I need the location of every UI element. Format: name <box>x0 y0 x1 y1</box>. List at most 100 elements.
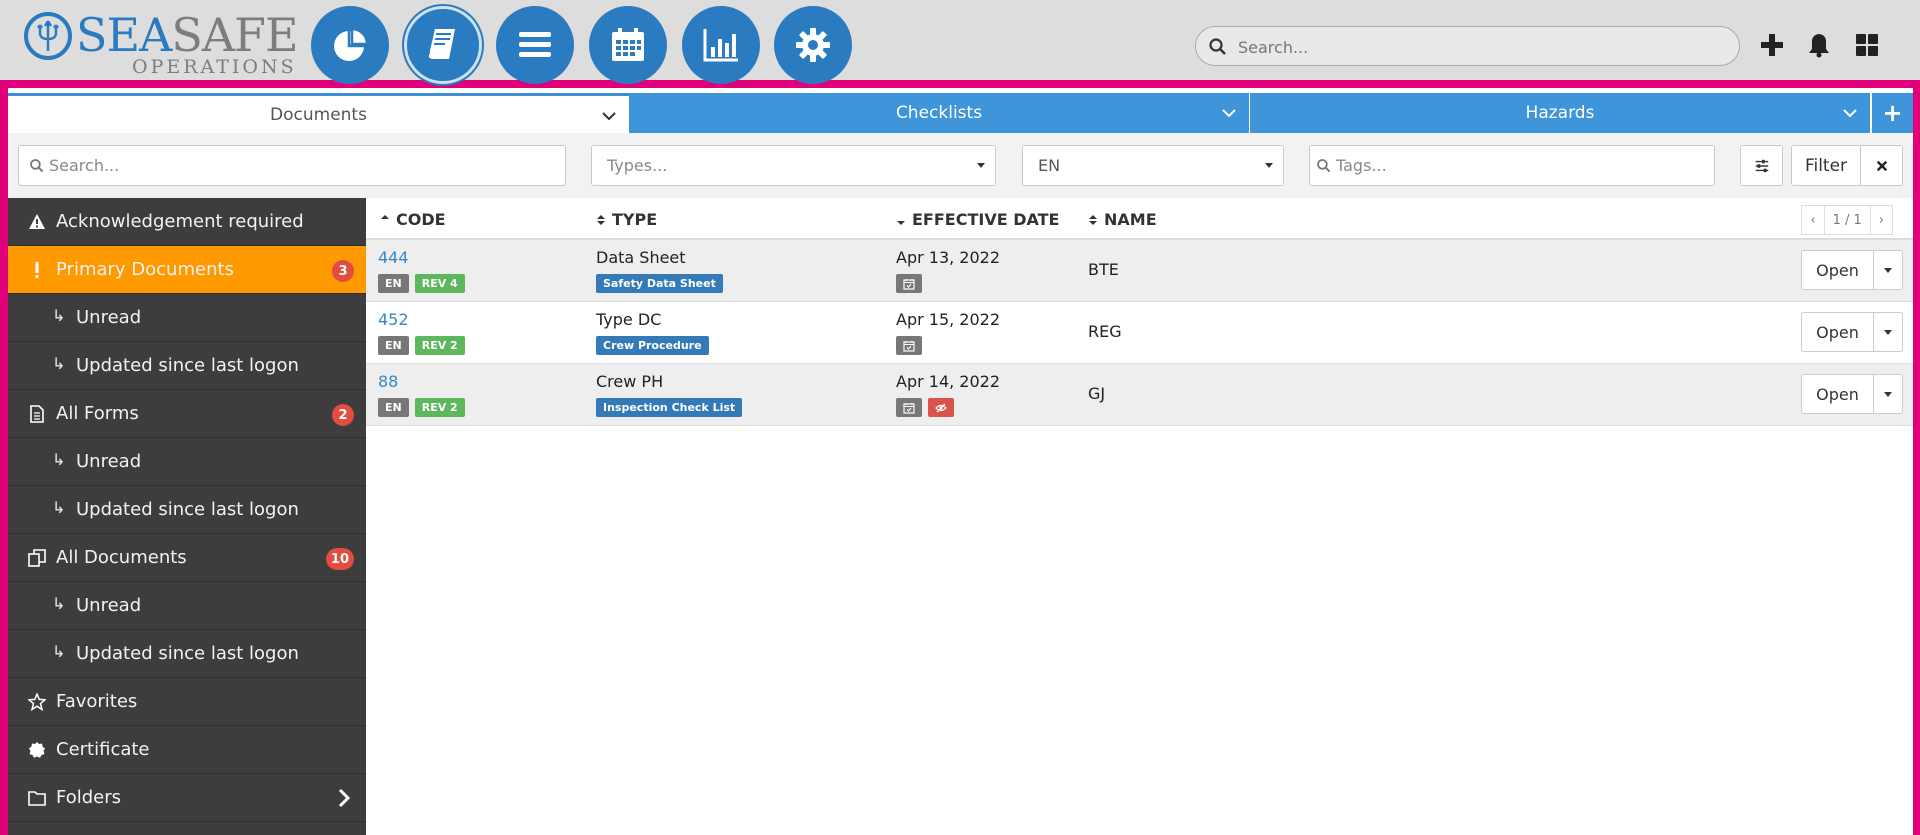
tags-field[interactable] <box>1309 145 1715 186</box>
menu-icon <box>519 32 551 57</box>
caret-down-icon <box>1265 163 1273 168</box>
menu-list-button[interactable] <box>496 6 574 84</box>
tab-hazards[interactable]: Hazards <box>1250 93 1870 133</box>
caret-down-icon <box>1884 329 1892 335</box>
column-header-type[interactable]: TYPE <box>596 210 657 229</box>
document-search-field[interactable] <box>18 145 566 186</box>
sidebar-item-label: Updated since last logon <box>76 355 299 376</box>
add-button[interactable] <box>1755 28 1789 62</box>
settings-button[interactable] <box>774 6 852 84</box>
global-search[interactable] <box>1195 26 1740 66</box>
sidebar-item-favorites[interactable]: Favorites <box>8 678 366 726</box>
tags-input[interactable] <box>1336 156 1680 175</box>
apps-grid-button[interactable] <box>1850 28 1884 62</box>
seasafe-logo[interactable]: SEASAFE OPERATIONS <box>20 8 299 78</box>
open-options-dropdown[interactable] <box>1874 251 1902 289</box>
reports-bar-chart-button[interactable] <box>682 6 760 84</box>
sub-arrow-icon: ↳ <box>52 306 66 325</box>
revision-tag: REV 4 <box>414 274 465 293</box>
filter-settings-button[interactable] <box>1740 145 1783 186</box>
revision-tag: REV 2 <box>414 398 465 417</box>
document-search-input[interactable] <box>49 156 514 175</box>
sidebar-item-label: All Forms <box>56 403 139 424</box>
code-link[interactable]: 88 <box>378 372 398 391</box>
open-button[interactable]: Open <box>1802 251 1874 289</box>
tab-checklists-label: Checklists <box>895 103 983 123</box>
global-search-input[interactable] <box>1238 34 1718 60</box>
effective-date-value: Apr 15, 2022 <box>896 310 1001 329</box>
sidebar-item-all-documents[interactable]: All Documents 10 <box>8 534 366 582</box>
column-header-effective-date[interactable]: EFFECTIVE DATE <box>896 210 1059 229</box>
warning-icon <box>29 214 45 229</box>
dashboard-pie-chart-button[interactable] <box>311 6 389 84</box>
sidebar-item-forms-updated[interactable]: ↳ Updated since last logon <box>8 486 366 534</box>
type-value: Data Sheet <box>596 248 686 267</box>
table-row[interactable]: 88 EN REV 2 Crew PH Inspection Check Lis… <box>366 364 1913 426</box>
types-select[interactable]: Types... <box>591 145 996 186</box>
sidebar-item-label: Acknowledgement required <box>56 211 304 232</box>
types-placeholder: Types... <box>607 156 668 175</box>
clear-filter-button[interactable] <box>1860 145 1903 186</box>
filter-button[interactable]: Filter <box>1791 145 1861 186</box>
column-header-code[interactable]: CODE <box>380 210 446 229</box>
document-type-tag: Inspection Check List <box>596 398 743 417</box>
sliders-icon <box>1755 159 1768 172</box>
sidebar-item-documents-updated[interactable]: ↳ Updated since last logon <box>8 630 366 678</box>
column-header-name[interactable]: NAME <box>1088 210 1157 229</box>
effective-date-value: Apr 14, 2022 <box>896 372 1001 391</box>
sidebar-item-acknowledgement-required[interactable]: Acknowledgement required <box>8 198 366 246</box>
calendar-button[interactable] <box>589 6 667 84</box>
name-value: BTE <box>1088 260 1119 279</box>
caret-down-icon <box>1884 391 1892 397</box>
notifications-button[interactable] <box>1802 28 1836 62</box>
trident-icon <box>37 20 59 51</box>
open-button[interactable]: Open <box>1802 313 1874 351</box>
sidebar-item-label: Primary Documents <box>56 259 234 280</box>
next-page-button[interactable]: › <box>1871 206 1892 234</box>
search-icon <box>30 158 44 172</box>
pie-chart-icon <box>334 27 369 61</box>
close-icon <box>1876 160 1887 171</box>
sub-arrow-icon: ↳ <box>52 498 66 517</box>
code-link[interactable]: 452 <box>378 310 409 329</box>
sidebar-item-all-forms[interactable]: All Forms 2 <box>8 390 366 438</box>
caret-down-icon <box>977 163 985 168</box>
pagination: ‹ 1 / 1 › <box>1801 205 1893 235</box>
prev-page-button[interactable]: ‹ <box>1802 206 1825 234</box>
sort-descending-icon <box>897 220 905 225</box>
add-tab-button[interactable]: + <box>1872 93 1913 133</box>
name-value: GJ <box>1088 384 1106 403</box>
open-options-dropdown[interactable] <box>1874 313 1902 351</box>
table-row[interactable]: 452 EN REV 2 Type DC Crew Procedure Apr … <box>366 302 1913 364</box>
manuals-book-button[interactable] <box>404 6 482 84</box>
sub-arrow-icon: ↳ <box>52 642 66 661</box>
sidebar-item-documents-unread[interactable]: ↳ Unread <box>8 582 366 630</box>
sidebar-item-folders[interactable]: Folders <box>8 774 366 822</box>
open-button[interactable]: Open <box>1802 375 1874 413</box>
sidebar-item-forms-unread[interactable]: ↳ Unread <box>8 438 366 486</box>
tab-documents[interactable]: Documents <box>8 93 629 133</box>
language-select[interactable]: EN <box>1022 145 1284 186</box>
sidebar-item-certificate[interactable]: Certificate <box>8 726 366 774</box>
manual-book-icon <box>427 29 455 60</box>
sidebar-item-label: Unread <box>76 307 142 328</box>
caret-down-icon <box>1884 267 1892 273</box>
sidebar-item-primary-documents[interactable]: Primary Documents 3 <box>8 246 366 294</box>
chevron-right-icon[interactable] <box>336 788 352 808</box>
table-row[interactable]: 444 EN REV 4 Data Sheet Safety Data Shee… <box>366 240 1913 302</box>
date-tags <box>896 274 922 293</box>
open-options-dropdown[interactable] <box>1874 375 1902 413</box>
sidebar-item-primary-unread[interactable]: ↳ Unread <box>8 294 366 342</box>
tab-checklists[interactable]: Checklists <box>629 93 1249 133</box>
code-link[interactable]: 444 <box>378 248 409 267</box>
type-value: Crew PH <box>596 372 664 391</box>
table-header: CODE TYPE EFFECTIVE DATE NAME ‹ 1 / 1 › <box>366 198 1913 240</box>
code-tags: EN REV 2 <box>378 336 465 355</box>
sidebar-item-primary-updated[interactable]: ↳ Updated since last logon <box>8 342 366 390</box>
language-tag: EN <box>378 398 409 417</box>
trident-emblem-icon <box>24 12 72 60</box>
copy-icon <box>28 549 46 567</box>
sub-arrow-icon: ↳ <box>52 354 66 373</box>
language-tag: EN <box>378 274 409 293</box>
sub-arrow-icon: ↳ <box>52 450 66 469</box>
